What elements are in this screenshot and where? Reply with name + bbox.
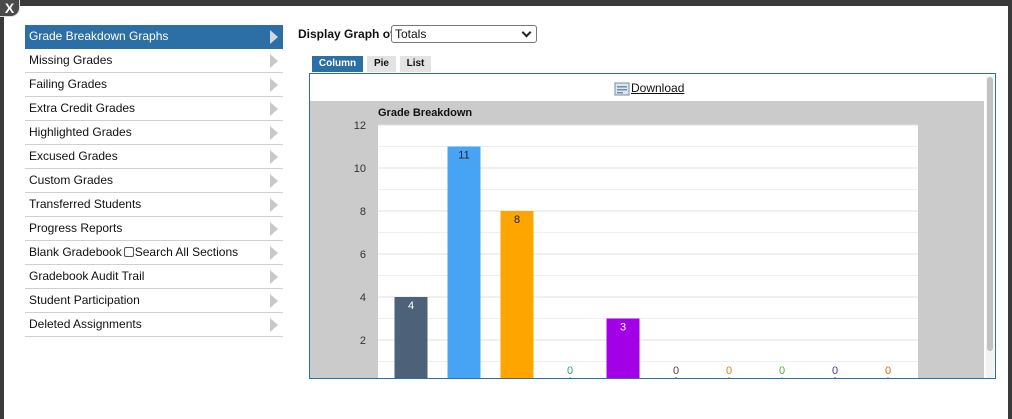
sidebar-item-label: Custom Grades [29, 173, 114, 187]
bar-data-label: 0 [673, 365, 679, 377]
display-graph-select[interactable]: Totals [391, 25, 537, 43]
y-tick-label: 10 [354, 163, 366, 175]
chevron-right-icon [270, 246, 278, 260]
grade-reports-dialog: Grade Breakdown Graphs Missing Grades Fail… [0, 0, 1008, 419]
sidebar-item-missing-grades[interactable]: Missing Grades [25, 49, 283, 73]
sidebar-item-label: Blank Gradebook [29, 245, 122, 259]
tab-column[interactable]: Column [312, 56, 363, 72]
bar-data-label: 8 [514, 214, 520, 226]
chevron-right-icon [270, 102, 278, 116]
search-all-sections-checkbox[interactable] [123, 247, 134, 257]
chevron-right-icon [270, 222, 278, 236]
grade-breakdown-chart: Grade Breakdown 2 4 6 8 10 12 4 11 8 0 3 0 0 0 0 0 [354, 107, 918, 378]
y-tick-label: 8 [360, 206, 366, 218]
chevron-right-icon [270, 198, 278, 212]
sidebar-item-gradebook-audit-trail[interactable]: Gradebook Audit Trail [25, 265, 283, 289]
chevron-right-icon [270, 270, 278, 284]
bar-data-label: 0 [885, 365, 891, 377]
y-tick-label: 6 [360, 249, 366, 261]
sidebar-item-label: Excused Grades [29, 149, 118, 163]
sidebar-item-label: Failing Grades [29, 77, 108, 91]
display-graph-selected: Totals [395, 27, 427, 41]
chevron-right-icon [270, 318, 278, 332]
y-tick-label: 2 [360, 335, 366, 347]
search-all-sections-label: Search All Sections [134, 245, 239, 259]
chart-panel: Download Grade Breakdown 2 4 6 8 10 12 4 11 8 0 3 0 0… [309, 73, 996, 379]
bar-data-label: 11 [458, 150, 469, 162]
display-graph-label: Display Graph of [298, 27, 395, 41]
sidebar-item-grade-breakdown-graphs[interactable]: Grade Breakdown Graphs [25, 25, 283, 49]
sidebar: Grade Breakdown Graphs Missing Grades Fail… [25, 25, 283, 337]
chart-title: Grade Breakdown [378, 107, 472, 119]
sidebar-item-custom-grades[interactable]: Custom Grades [25, 169, 283, 193]
sidebar-item-label: Student Participation [29, 293, 140, 307]
bar [447, 146, 481, 378]
chevron-down-icon [521, 27, 532, 38]
sidebar-item-excused-grades[interactable]: Excused Grades [25, 145, 283, 169]
bar-data-label: 0 [779, 365, 785, 377]
bar-data-label: 0 [567, 365, 573, 377]
sidebar-item-progress-reports[interactable]: Progress Reports [25, 217, 283, 241]
sidebar-item-deleted-assignments[interactable]: Deleted Assignments [25, 313, 283, 337]
tab-pie[interactable]: Pie [367, 56, 396, 72]
bar-data-label: 4 [408, 300, 414, 312]
chart-scrollbar[interactable] [986, 76, 994, 378]
y-tick-label: 12 [354, 120, 366, 132]
chevron-right-icon [270, 54, 278, 68]
chevron-right-icon [270, 78, 278, 92]
sidebar-item-label: Missing Grades [29, 53, 113, 67]
chevron-right-icon [270, 30, 278, 44]
tab-list[interactable]: List [400, 56, 431, 72]
sidebar-item-blank-gradebook[interactable]: Blank Gradebook Search All Sections [25, 241, 283, 265]
sidebar-item-failing-grades[interactable]: Failing Grades [25, 73, 283, 97]
y-tick-label: 4 [360, 292, 366, 304]
sidebar-item-transferred-students[interactable]: Transferred Students [25, 193, 283, 217]
bar-data-label: 3 [620, 322, 626, 334]
sidebar-item-label: Extra Credit Grades [29, 101, 136, 115]
chevron-right-icon [270, 174, 278, 188]
sidebar-item-highlighted-grades[interactable]: Highlighted Grades [25, 121, 283, 145]
scroll-thumb[interactable] [987, 77, 993, 351]
sidebar-item-label: Highlighted Grades [29, 125, 132, 139]
bar [500, 211, 534, 378]
chart-area: Grade Breakdown 2 4 6 8 10 12 4 11 8 0 3 0 0 0 0 0 [310, 101, 984, 378]
sidebar-item-student-participation[interactable]: Student Participation [25, 289, 283, 313]
sidebar-item-extra-credit-grades[interactable]: Extra Credit Grades [25, 97, 283, 121]
sidebar-item-label: Grade Breakdown Graphs [29, 29, 169, 43]
sidebar-item-label: Progress Reports [29, 221, 123, 235]
close-button[interactable]: X [0, 0, 20, 17]
chevron-right-icon [270, 294, 278, 308]
chevron-right-icon [270, 126, 278, 140]
download-icon[interactable] [614, 82, 630, 96]
sidebar-item-label: Gradebook Audit Trail [29, 269, 145, 283]
bar-data-label: 0 [832, 365, 838, 377]
chevron-right-icon [270, 150, 278, 164]
bar-data-label: 0 [726, 365, 732, 377]
download-link[interactable]: Download [631, 81, 684, 95]
sidebar-item-label: Transferred Students [29, 197, 142, 211]
sidebar-item-label: Deleted Assignments [29, 317, 142, 331]
